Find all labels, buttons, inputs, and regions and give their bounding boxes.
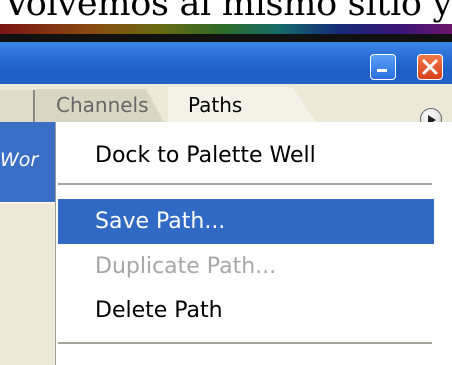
minimize-button[interactable] — [370, 54, 396, 80]
menu-separator — [58, 183, 432, 185]
color-bar — [0, 24, 452, 34]
caption-strip: Volvemos al mismo sitio y damos — [0, 0, 452, 42]
tab-paths-label: Paths — [188, 93, 243, 117]
minimize-icon — [377, 69, 387, 72]
path-list-divider — [0, 202, 55, 203]
menu-item-delete-path[interactable]: Delete Path — [95, 298, 223, 323]
tab-separator — [33, 90, 35, 122]
window-title-bar[interactable] — [0, 42, 452, 84]
tab-channels-label: Channels — [56, 93, 149, 117]
caption-text: Volvemos al mismo sitio y damos — [4, 0, 452, 24]
dark-band — [0, 34, 452, 42]
menu-item-save-path[interactable]: Save Path... — [95, 209, 225, 234]
close-icon — [422, 59, 438, 75]
menu-item-dock-to-palette-well[interactable]: Dock to Palette Well — [95, 143, 316, 168]
close-button[interactable] — [417, 54, 443, 80]
menu-item-duplicate-path: Duplicate Path... — [95, 254, 277, 279]
menu-separator — [58, 342, 432, 344]
path-list-item-label: Wor — [0, 149, 39, 171]
